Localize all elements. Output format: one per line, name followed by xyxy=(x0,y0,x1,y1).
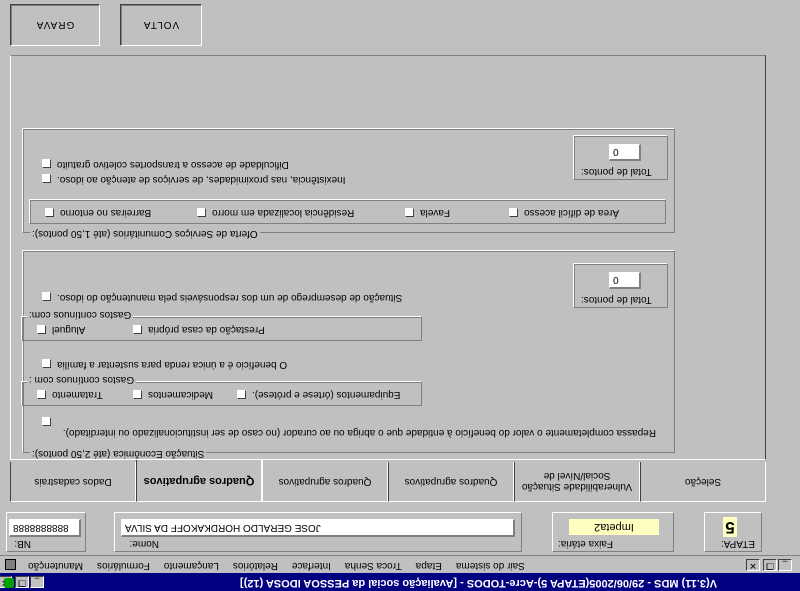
etapa-value: 5 xyxy=(723,517,737,537)
mdi-app-icon xyxy=(5,559,16,570)
nome-label: Nome: xyxy=(129,538,159,549)
servicos-comunitarios-legend: Oferta de Serviços Comunitários (até 1,5… xyxy=(30,228,260,239)
repassa-label: Repassa completamente o valor do benefíc… xyxy=(62,427,656,438)
favela-label: Favela xyxy=(420,207,451,218)
nome-field[interactable] xyxy=(121,519,515,537)
situacao-economica-group: Situação Econômica (até 2,50 pontos): Re… xyxy=(22,251,675,459)
tab-strip: Seleção Vulnerabilidade Situação Social/… xyxy=(10,460,766,502)
etapa-label: ETAPA: xyxy=(720,538,755,549)
faixa-etaria-box: Faixa etária: Impeta2 xyxy=(552,512,674,552)
gastos-aluguel-legend: Gastos contínuos com: xyxy=(27,309,134,320)
menu-item-sair[interactable]: Sair do sistema xyxy=(456,560,525,571)
inexistencia-checkbox[interactable] xyxy=(42,174,51,183)
tab-quadros-1[interactable]: Quadros agrupativos xyxy=(136,460,262,502)
dificil-acesso-checkbox[interactable] xyxy=(509,208,518,217)
prestacao-checkbox[interactable] xyxy=(133,325,142,334)
window-title: V(3.11) MDS - 29/06/2005(ETAPA 5)-Acre-T… xyxy=(240,577,718,589)
equipamentos-checkbox[interactable] xyxy=(237,390,246,399)
servicos-total-box: Total de pontos: xyxy=(574,136,668,180)
dificuldade-label: Dificuldade de acesso a transportes cole… xyxy=(57,159,289,170)
menu-bar: _ ❐ ✕ Manutenção Formulários Lançamento … xyxy=(0,555,800,573)
main-panel: Situação Econômica (até 2,50 pontos): Re… xyxy=(10,55,766,460)
faixa-etaria-value: Impeta2 xyxy=(569,519,659,535)
local-group: Barreiras no entorno Residência localiza… xyxy=(30,200,666,224)
mdi-close-button[interactable]: ✕ xyxy=(746,559,760,571)
gastos-continuos-legend: Gastos contínuos com : xyxy=(27,374,137,385)
economica-total-box: Total de pontos: xyxy=(574,264,668,308)
morro-checkbox[interactable] xyxy=(197,208,206,217)
barreiras-label: Barreiras no entorno xyxy=(60,207,152,218)
tab-vulnerabilidade[interactable]: Vulnerabilidade Situação Social/Nível de xyxy=(514,462,640,502)
tab-quadros-3[interactable]: Quadros agrupativos xyxy=(388,462,514,502)
title-bar: _ ❐ ✕ V(3.11) MDS - 29/06/2005(ETAPA 5)-… xyxy=(0,573,800,591)
favela-checkbox[interactable] xyxy=(405,208,414,217)
grava-button[interactable]: GRAVA xyxy=(10,4,100,46)
mdi-restore-button[interactable]: ❐ xyxy=(763,559,777,571)
nb-field[interactable] xyxy=(9,519,81,537)
menu-items: Manutenção Formulários Lançamento Relató… xyxy=(28,560,525,571)
situacao-economica-legend: Situação Econômica (até 2,50 pontos): xyxy=(30,448,207,459)
nome-box: Nome: xyxy=(114,512,522,552)
servicos-comunitarios-group: Oferta de Serviços Comunitários (até 1,5… xyxy=(23,129,675,239)
dificil-acesso-label: Área de difícil acesso xyxy=(524,207,620,218)
gastos-aluguel-group: Gastos contínuos com: Aluguel Prestação … xyxy=(22,309,422,341)
nb-label: NB: xyxy=(14,538,31,549)
app-icon xyxy=(4,578,14,588)
menu-item-interface[interactable]: Interface xyxy=(292,560,331,571)
barreiras-checkbox[interactable] xyxy=(45,208,54,217)
menu-item-lancamento[interactable]: Lançamento xyxy=(164,560,219,571)
aluguel-label: Aluguel xyxy=(52,324,86,335)
unica-renda-checkbox[interactable] xyxy=(42,359,51,368)
inexistencia-label: Inexistência, nas proximidades, de servi… xyxy=(57,174,346,185)
menu-item-relatorios[interactable]: Relatórios xyxy=(233,560,278,571)
economica-total-label: Total de pontos: xyxy=(581,294,652,305)
desemprego-checkbox[interactable] xyxy=(42,292,51,301)
mdi-minimize-button[interactable]: _ xyxy=(778,559,792,571)
etapa-box: ETAPA: 5 xyxy=(704,512,762,552)
servicos-total-label: Total de pontos: xyxy=(581,166,652,177)
servicos-total-field[interactable] xyxy=(609,144,641,161)
morro-label: Residência localizada em morro xyxy=(212,207,355,218)
menu-item-formularios[interactable]: Formulários xyxy=(97,560,150,571)
unica-renda-label: O benefício é a única renda para sustent… xyxy=(57,359,288,370)
menu-item-etapa[interactable]: Etapa xyxy=(416,560,442,571)
restore-button[interactable]: ❐ xyxy=(15,576,29,588)
faixa-etaria-label: Faixa etária: xyxy=(557,538,613,549)
tratamento-label: Tratamento xyxy=(52,389,103,400)
tab-quadros-2[interactable]: Quadros agrupativos xyxy=(262,462,388,502)
tab-selecao[interactable]: Seleção xyxy=(640,462,766,502)
economica-total-field[interactable] xyxy=(609,272,641,289)
menu-item-manutencao[interactable]: Manutenção xyxy=(28,560,83,571)
repassa-checkbox[interactable] xyxy=(42,417,51,426)
tratamento-checkbox[interactable] xyxy=(37,390,46,399)
equipamentos-label: Equipamentos (órtese e prótese). xyxy=(252,389,401,400)
volta-button[interactable]: VOLTA xyxy=(120,4,202,46)
nb-box: NB: xyxy=(6,512,86,552)
mdi-window-controls: _ ❐ ✕ xyxy=(746,559,792,571)
prestacao-label: Prestação da casa própria xyxy=(148,324,265,335)
desemprego-label: Situação de desemprego de um dos respons… xyxy=(57,292,403,303)
gastos-continuos-group: Gastos contínuos com : Tratamento Medica… xyxy=(22,374,422,406)
medicamentos-label: Medicamentos xyxy=(148,389,214,400)
tab-dados-cadastrais[interactable]: Dados cadastrais xyxy=(10,462,136,502)
volta-label: VOLTA xyxy=(142,19,180,31)
grava-label: GRAVA xyxy=(35,19,75,31)
minimize-button[interactable]: _ xyxy=(30,576,44,588)
aluguel-checkbox[interactable] xyxy=(37,325,46,334)
medicamentos-checkbox[interactable] xyxy=(133,390,142,399)
dificuldade-checkbox[interactable] xyxy=(42,159,51,168)
menu-item-troca-senha[interactable]: Troca Senha xyxy=(345,560,402,571)
